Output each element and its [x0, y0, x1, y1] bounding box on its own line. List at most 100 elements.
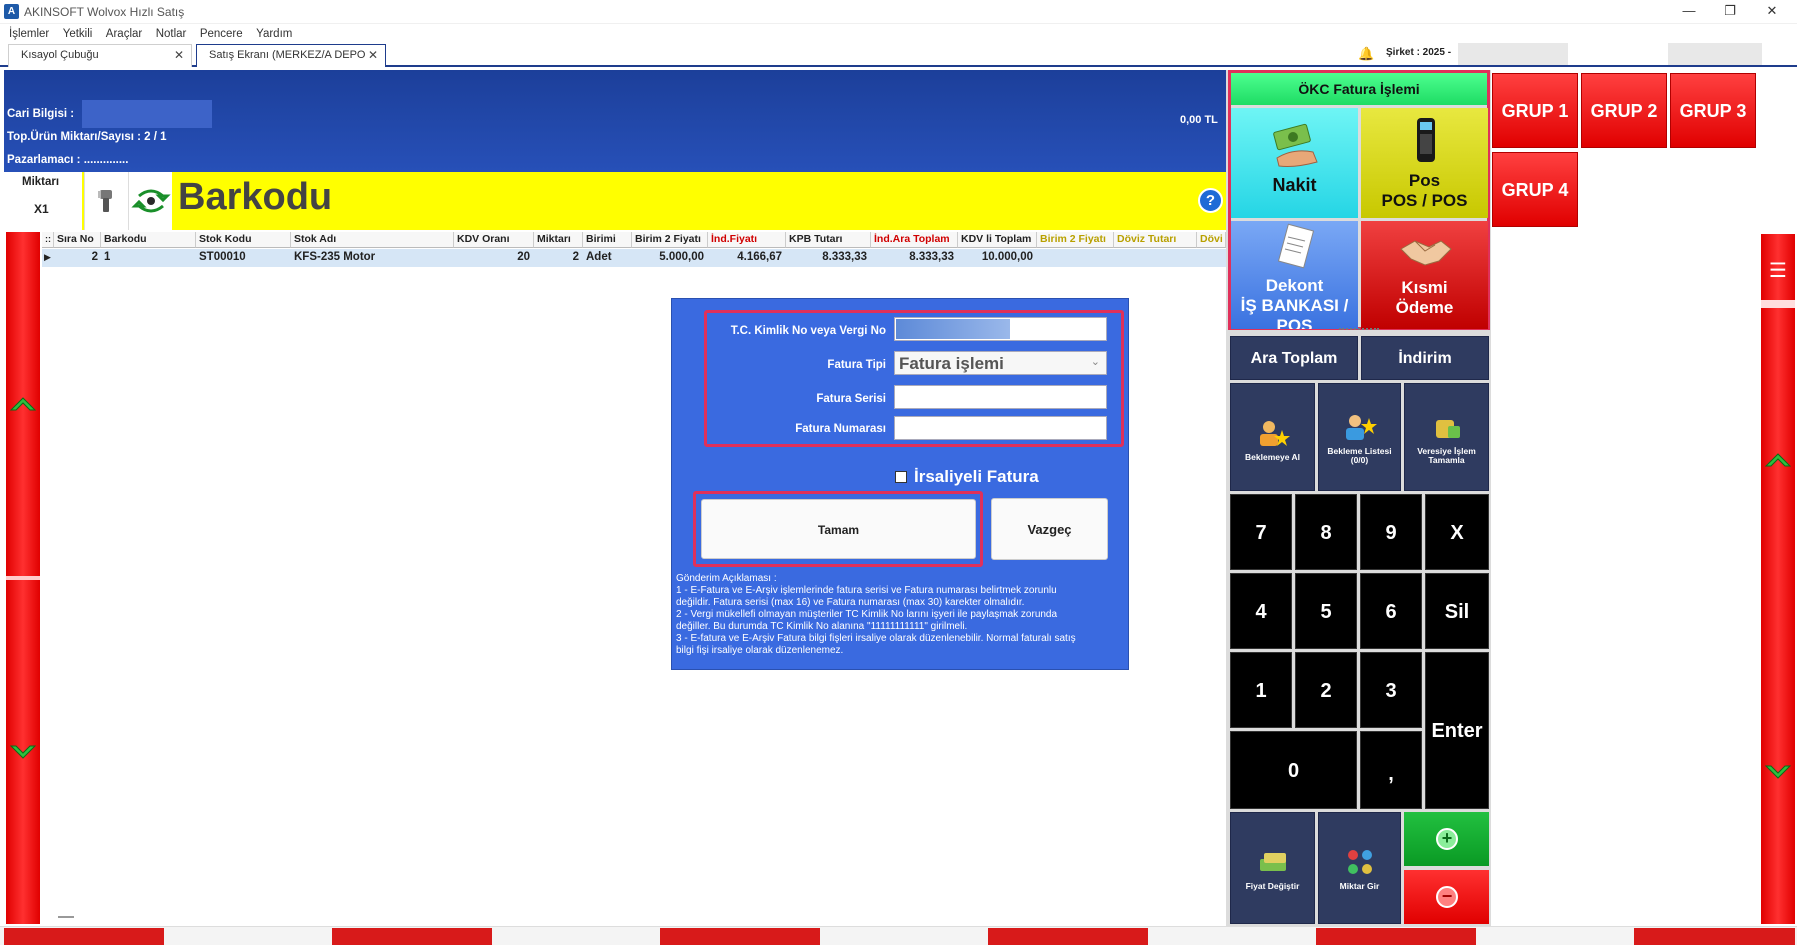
menu-yardim[interactable]: Yardım: [256, 25, 292, 43]
hamburger-menu-icon[interactable]: ☰: [1764, 261, 1792, 282]
menu-islemler[interactable]: İşlemler: [9, 25, 49, 43]
nakit-button[interactable]: Nakit: [1231, 108, 1358, 218]
table-row[interactable]: ▶ 2 1 ST00010 KFS-235 Motor 20 2 Adet 5.…: [42, 249, 1226, 267]
col-doviz-tutari[interactable]: Döviz Tutarı: [1114, 232, 1197, 248]
right-scroll-down-icon[interactable]: [1763, 762, 1793, 782]
tab-kisayol-cubugu[interactable]: Kısayol Çubuğu ✕: [8, 44, 192, 67]
col-ind-fiyati[interactable]: İnd.Fiyatı: [708, 232, 786, 248]
bottom-button-5[interactable]: [660, 928, 820, 945]
irsaliyeli-checkbox[interactable]: [895, 471, 907, 483]
okc-fatura-button[interactable]: ÖKC Fatura İşlemi: [1231, 73, 1487, 105]
barcode-scanner-button[interactable]: [84, 172, 128, 230]
scroll-up-icon[interactable]: [8, 394, 38, 414]
key-3[interactable]: 3: [1360, 652, 1422, 728]
bell-icon[interactable]: 🔔: [1358, 46, 1374, 62]
bottom-button-9[interactable]: [1316, 928, 1476, 945]
kismi-odeme-button[interactable]: Kısmi Ödeme: [1361, 221, 1488, 329]
veresiye-button[interactable]: Veresiye İşlem Tamamla: [1404, 383, 1489, 491]
dekont-button[interactable]: Dekont İŞ BANKASI / POS: [1231, 221, 1358, 329]
bekleme-listesi-button[interactable]: Bekleme Listesi (0/0): [1318, 383, 1401, 491]
info-panel: Cari Bilgisi : Top.Ürün Miktarı/Sayısı :…: [4, 70, 1226, 172]
key-2[interactable]: 2: [1295, 652, 1357, 728]
key-x[interactable]: X: [1425, 494, 1489, 570]
bottom-button-11[interactable]: [1634, 928, 1795, 945]
right-scroll-thumb[interactable]: [1761, 300, 1795, 308]
beklemeye-al-button[interactable]: Beklemeye Al: [1230, 383, 1315, 491]
key-8[interactable]: 8: [1295, 494, 1357, 570]
note-line: 2 - Vergi mükellefi olmayan müşteriler T…: [676, 609, 1058, 620]
exchange-button[interactable]: [128, 172, 172, 230]
fatura-numarasi-input[interactable]: [894, 416, 1107, 440]
col-kdv-li-toplam[interactable]: KDV li Toplam: [958, 232, 1037, 248]
help-icon[interactable]: ?: [1198, 188, 1223, 213]
key-4[interactable]: 4: [1230, 573, 1292, 649]
fatura-tipi-select[interactable]: Fatura işlemi ⌄: [894, 351, 1107, 375]
col-kpb-tutari[interactable]: KPB Tutarı: [786, 232, 871, 248]
col-kdv-orani[interactable]: KDV Oranı: [454, 232, 534, 248]
fiyat-degistir-button[interactable]: Fiyat Değiştir: [1230, 812, 1315, 924]
right-scroll-bar[interactable]: [1761, 234, 1795, 924]
col-stok-adi[interactable]: Stok Adı: [291, 232, 454, 248]
bottom-button-1[interactable]: [4, 928, 164, 945]
col-miktari[interactable]: Miktarı: [534, 232, 583, 248]
chevron-down-icon[interactable]: ⌄: [1091, 355, 1100, 368]
key-1[interactable]: 1: [1230, 652, 1292, 728]
key-7[interactable]: 7: [1230, 494, 1292, 570]
miktar-gir-button[interactable]: Miktar Gir: [1318, 812, 1401, 924]
col-birim2-fiyati[interactable]: Birim 2 Fiyatı: [632, 232, 708, 248]
grup-3-button[interactable]: GRUP 3: [1670, 73, 1756, 148]
key-5[interactable]: 5: [1295, 573, 1357, 649]
grup-1-button[interactable]: GRUP 1: [1492, 73, 1578, 148]
col-ind-ara-toplam[interactable]: İnd.Ara Toplam: [871, 232, 958, 248]
minimize-button[interactable]: —: [1667, 0, 1711, 24]
bottom-button-10[interactable]: [1480, 928, 1630, 945]
sirket-name-redacted: [1458, 43, 1568, 65]
bottom-button-4[interactable]: [496, 928, 656, 945]
maximize-button[interactable]: ❐: [1708, 0, 1752, 24]
menu-yetkili[interactable]: Yetkili: [63, 25, 93, 43]
right-scroll-up-icon[interactable]: [1763, 450, 1793, 470]
close-button[interactable]: ✕: [1750, 0, 1794, 24]
bottom-button-7[interactable]: [988, 928, 1148, 945]
handshake-icon: [1399, 240, 1452, 266]
tamam-button[interactable]: Tamam: [701, 499, 976, 559]
bottom-button-8[interactable]: [1152, 928, 1312, 945]
menu-araclar[interactable]: Araçlar: [106, 25, 142, 43]
key-6[interactable]: 6: [1360, 573, 1422, 649]
key-enter[interactable]: Enter: [1425, 652, 1489, 809]
vazgec-button[interactable]: Vazgeç: [991, 498, 1108, 560]
tc-kimlik-input[interactable]: [894, 317, 1107, 341]
grup-4-button[interactable]: GRUP 4: [1492, 152, 1578, 227]
fatura-numarasi-label: Fatura Numarası: [795, 423, 886, 435]
col-birim2-fiyati-2[interactable]: Birim 2 Fiyatı: [1037, 232, 1114, 248]
bottom-button-3[interactable]: [332, 928, 492, 945]
scroll-down-icon[interactable]: [8, 742, 38, 762]
indirim-button[interactable]: İndirim: [1361, 336, 1489, 380]
plus-button[interactable]: +: [1404, 812, 1489, 866]
key-9[interactable]: 9: [1360, 494, 1422, 570]
menu-pencere[interactable]: Pencere: [200, 25, 243, 43]
col-dovi[interactable]: Dövi: [1197, 232, 1226, 248]
scroll-thumb[interactable]: [6, 576, 40, 580]
fatura-serisi-input[interactable]: [894, 385, 1107, 409]
col-stok-kodu[interactable]: Stok Kodu: [196, 232, 291, 248]
tab-close-icon[interactable]: ✕: [174, 45, 184, 66]
grup-2-button[interactable]: GRUP 2: [1581, 73, 1667, 148]
bottom-button-6[interactable]: [824, 928, 984, 945]
miktar-box[interactable]: Miktarı X1: [4, 172, 82, 230]
tab-satis-ekrani[interactable]: Satış Ekranı (MERKEZ/A DEPO ✕: [196, 44, 386, 67]
col-birimi[interactable]: Birimi: [583, 232, 632, 248]
tab-close-icon[interactable]: ✕: [368, 45, 378, 66]
key-comma[interactable]: ,: [1360, 731, 1422, 809]
menu-notlar[interactable]: Notlar: [156, 25, 187, 43]
bottom-button-2[interactable]: [168, 928, 328, 945]
minus-button[interactable]: −: [1404, 870, 1489, 924]
key-0[interactable]: 0: [1230, 731, 1357, 809]
col-barkodu[interactable]: Barkodu: [101, 232, 196, 248]
pos-button[interactable]: Pos POS / POS: [1361, 108, 1488, 218]
ara-toplam-button[interactable]: Ara Toplam: [1230, 336, 1358, 380]
splitter-grip[interactable]: [1339, 328, 1379, 332]
window-title: AKINSOFT Wolvox Hızlı Satış: [24, 5, 185, 19]
key-sil[interactable]: Sil: [1425, 573, 1489, 649]
col-sira-no[interactable]: Sıra No: [54, 232, 101, 248]
